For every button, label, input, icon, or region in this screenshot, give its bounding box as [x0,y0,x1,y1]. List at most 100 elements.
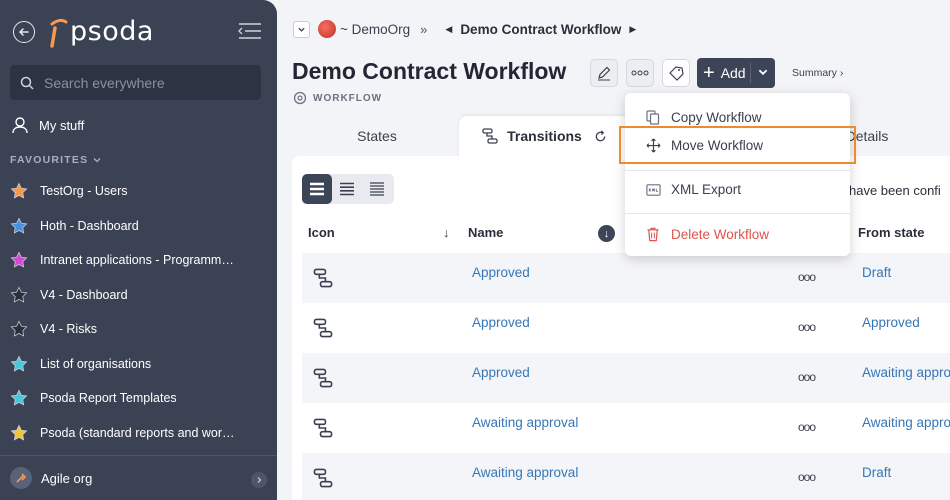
transition-name-link[interactable]: Awaiting approval [472,465,578,480]
highlight-annotation [619,126,856,164]
copy-workflow-label: Copy Workflow [671,109,762,125]
chevron-right-icon [251,472,267,488]
favourite-label: Hoth - Dashboard [40,218,139,233]
psoda-logo-icon [50,18,68,48]
tab-transitions[interactable]: Transitions [459,116,629,156]
delete-workflow-label: Delete Workflow [671,226,770,242]
menu-collapse-icon [238,23,261,39]
transition-name-link[interactable]: Approved [472,265,530,280]
add-button-label: Add [720,65,746,81]
favourite-item[interactable]: Intranet applications - Programme… [10,243,270,278]
view-toggle-group [302,174,394,204]
breadcrumb-org-link[interactable]: ~ DemoOrg [318,20,410,38]
tab-states[interactable]: States [292,116,462,156]
previous-arrow-icon[interactable]: ◀ [445,24,452,35]
my-stuff-link[interactable]: My stuff [11,116,84,134]
organisation-icon [10,467,32,489]
tag-button[interactable] [662,59,690,87]
row-more-button[interactable]: ooo [798,270,816,284]
favourite-item[interactable]: List of organisations [10,347,270,382]
transition-icon [313,268,333,288]
favourites-header[interactable]: FAVOURITES [10,154,102,166]
view-compact-button[interactable] [362,174,392,204]
row-more-button[interactable]: ooo [798,320,816,334]
favourites-list: TestOrg - Users Hoth - Dashboard Intrane… [10,174,270,450]
from-state-link[interactable]: Awaiting appro [862,365,950,380]
row-more-button[interactable]: ooo [798,470,816,484]
xml-file-icon [645,181,661,197]
transition-icon [313,468,333,488]
trash-icon [645,226,661,242]
row-more-button[interactable]: ooo [798,370,816,384]
pencil-icon [598,66,611,81]
from-state-link[interactable]: Approved [862,315,920,330]
column-header-name[interactable]: Name [468,225,503,240]
breadcrumb-dropdown-button[interactable] [293,20,310,38]
favourite-item[interactable]: V4 - Risks [10,312,270,347]
from-state-link[interactable]: Awaiting appro [862,415,950,430]
favourite-label: Psoda (standard reports and work… [40,425,240,440]
arrow-left-icon [18,28,29,36]
more-options-button[interactable] [626,59,654,87]
search-bar[interactable] [10,65,261,100]
back-button[interactable] [13,21,35,43]
table-row[interactable]: Approved ooo Draft [302,253,950,303]
star-icon [10,182,28,199]
column-header-from-state[interactable]: From state [858,225,924,240]
favourite-item[interactable]: Hoth - Dashboard [10,209,270,244]
more-options-menu: Copy Workflow Move Workflow XML Export D… [625,93,850,256]
star-icon [10,389,28,406]
favourite-label: Psoda Report Templates [40,391,177,406]
transition-icon [313,418,333,438]
workflow-icon [293,91,307,105]
favourite-label: TestOrg - Users [40,184,128,199]
table-row[interactable]: Awaiting approval ooo Awaiting appro [302,403,950,453]
psoda-logo[interactable]: psoda [48,14,154,48]
tab-states-label: States [357,128,397,144]
from-state-link[interactable]: Draft [862,265,891,280]
view-large-button[interactable] [302,174,332,204]
star-icon [10,424,28,441]
edit-button[interactable] [590,59,618,87]
user-icon [12,117,28,134]
add-button-divider [750,63,751,83]
favourite-item[interactable]: V4 - Dashboard [10,278,270,313]
configuration-notice: have been confi [849,183,941,198]
next-arrow-icon[interactable]: ▶ [629,24,636,35]
table-row[interactable]: Approved ooo Approved [302,303,950,353]
transition-name-link[interactable]: Approved [472,315,530,330]
chevron-down-icon [93,158,101,163]
from-state-link[interactable]: Draft [862,465,891,480]
add-button[interactable]: + Add [697,58,775,88]
xml-export-label: XML Export [671,181,742,197]
summary-link[interactable]: Summary › [792,67,843,79]
star-icon [10,251,28,268]
column-header-icon[interactable]: Icon [308,225,335,240]
delete-workflow-menu-item[interactable]: Delete Workflow [625,220,850,248]
favourite-item[interactable]: TestOrg - Users [10,174,270,209]
xml-export-menu-item[interactable]: XML Export [625,175,850,203]
logo-text: psoda [70,15,154,47]
list-medium-icon [340,182,354,196]
table-row[interactable]: Awaiting approval ooo Draft [302,453,950,500]
table-row[interactable]: Approved ooo Awaiting appro [302,353,950,403]
favourite-label: V4 - Risks [40,322,97,337]
row-more-button[interactable]: ooo [798,420,816,434]
favourite-item[interactable]: Psoda Report Templates [10,381,270,416]
transitions-table: Approved ooo Draft Approved ooo Approved… [302,253,950,500]
refresh-icon[interactable] [594,130,607,143]
transition-icon [313,368,333,388]
organisation-switcher[interactable]: Agile org [0,455,277,500]
search-input[interactable] [44,74,244,91]
favourite-item[interactable]: Psoda (standard reports and work… [10,416,270,451]
transition-name-link[interactable]: Awaiting approval [472,415,578,430]
plus-icon: + [703,62,715,84]
sort-descending-icon[interactable]: ↓ [598,225,615,242]
tab-transitions-label: Transitions [507,128,582,144]
sort-arrow-icon[interactable]: ↓ [443,225,450,240]
view-medium-button[interactable] [332,174,362,204]
transition-name-link[interactable]: Approved [472,365,530,380]
transitions-panel: have been confi Icon ↓ Name ↓ From state… [292,156,950,500]
collapse-menu-button[interactable] [237,21,263,41]
breadcrumb-org-label: ~ DemoOrg [340,21,411,37]
